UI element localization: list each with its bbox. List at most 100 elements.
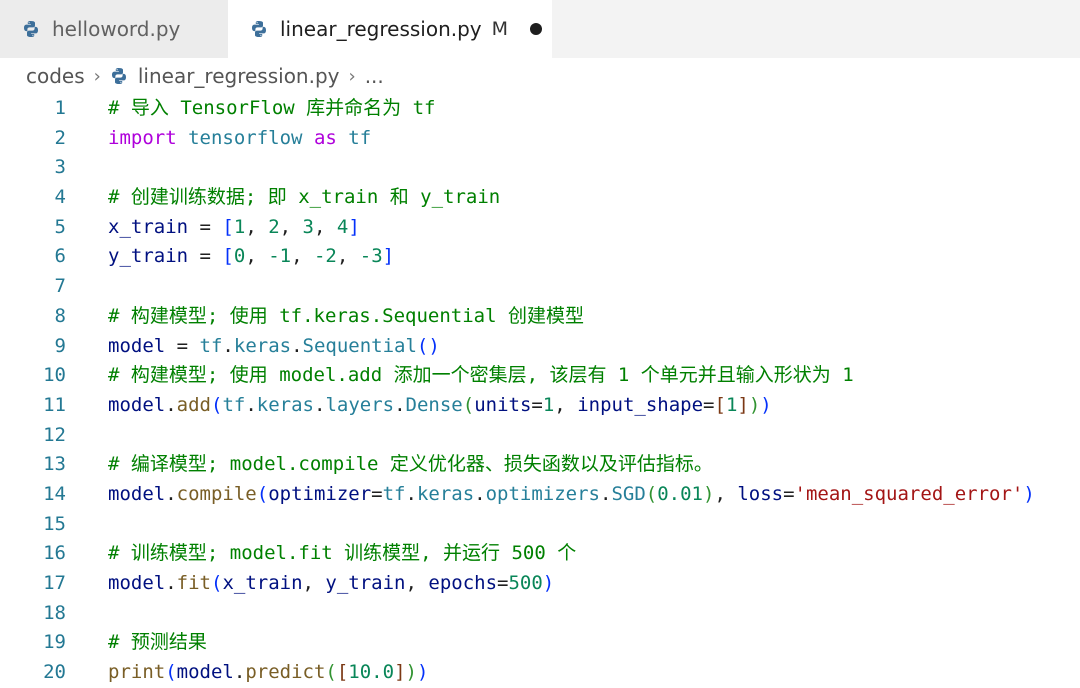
code-token: , <box>302 572 326 594</box>
code-content: y_train = [0, -1, -2, -3] <box>108 242 394 272</box>
code-token: , <box>336 245 360 268</box>
tab-label: helloword.py <box>52 17 181 41</box>
code-token: = <box>531 393 543 416</box>
code-token: . <box>405 482 417 505</box>
code-token: ( <box>165 661 177 684</box>
line-number: 1 <box>54 97 66 119</box>
line-number: 19 <box>43 631 66 654</box>
code-token: 0 <box>233 245 246 268</box>
code-token: . <box>165 482 177 505</box>
code-token: keras <box>256 393 314 416</box>
code-token: as <box>313 126 337 149</box>
code-token: keras <box>233 334 292 357</box>
code-token: , <box>405 572 429 594</box>
code-token: , <box>245 215 269 238</box>
code-line[interactable]: 16 # 训练模型; model.fit 训练模型, 并运行 500 个 <box>0 539 1080 569</box>
code-token: 'mean_squared_error' <box>794 482 1024 505</box>
code-line[interactable]: 1 # 导入 TensorFlow 库并命名为 tf <box>0 94 1080 124</box>
code-token: keras <box>416 482 475 505</box>
code-line[interactable]: 15 <box>0 510 1080 540</box>
code-token: 10.0 <box>348 661 395 684</box>
code-line[interactable]: 8 # 构建模型; 使用 tf.keras.Sequential 创建模型 <box>0 302 1080 332</box>
code-token: ] <box>348 215 360 238</box>
code-comment: # 创建训练数据; 即 x_train 和 y_train <box>108 186 501 209</box>
code-comment: # 构建模型; 使用 tf.keras.Sequential 创建模型 <box>108 304 584 327</box>
code-line[interactable]: 13 # 编译模型; model.compile 定义优化器、损失函数以及评估指标… <box>0 450 1080 480</box>
code-token: x_train <box>108 215 189 238</box>
code-line[interactable]: 12 <box>0 421 1080 451</box>
line-number: 20 <box>43 661 66 684</box>
code-line[interactable]: 5 x_train = [1, 2, 3, 4] <box>0 213 1080 243</box>
code-token: model <box>108 393 166 416</box>
code-line[interactable]: 2 import tensorflow as tf <box>0 124 1080 154</box>
code-token: ] <box>382 245 395 268</box>
line-number: 12 <box>43 423 66 446</box>
breadcrumb-folder[interactable]: codes <box>26 64 85 88</box>
line-number: 18 <box>43 601 66 624</box>
code-editor[interactable]: 1 # 导入 TensorFlow 库并命名为 tf 2 import tensorf… <box>0 94 1080 688</box>
code-token: , <box>245 245 269 268</box>
code-token: 2 <box>268 215 280 238</box>
code-token: 4 <box>336 215 349 238</box>
code-token: -2 <box>313 245 337 268</box>
code-line[interactable]: 9 model = tf.keras.Sequential() <box>0 332 1080 362</box>
code-line[interactable]: 4 # 创建训练数据; 即 x_train 和 y_train <box>0 183 1080 213</box>
code-token: = <box>497 572 509 594</box>
line-number: 14 <box>43 482 66 505</box>
line-number: 10 <box>43 364 66 387</box>
code-line[interactable]: 10 # 构建模型; 使用 model.add 添加一个密集层, 该层有 1 个单… <box>0 361 1080 391</box>
code-content: import tensorflow as tf <box>108 124 371 154</box>
code-line[interactable]: 7 <box>0 272 1080 302</box>
code-content: model = tf.keras.Sequential() <box>108 332 440 362</box>
code-token: tf <box>382 482 406 505</box>
code-token: units <box>474 393 532 416</box>
code-line[interactable]: 17 model.fit(x_train, y_train, epochs=500… <box>0 569 1080 599</box>
code-token: x_train <box>222 572 303 594</box>
tab-helloword[interactable]: helloword.py <box>0 0 228 58</box>
code-token: . <box>474 482 486 505</box>
code-token: compile <box>176 482 257 505</box>
code-token: = <box>165 334 200 357</box>
code-token: ] <box>737 393 749 416</box>
unsaved-dot-icon[interactable] <box>530 23 543 35</box>
code-content: # 训练模型; model.fit 训练模型, 并运行 500 个 <box>108 539 576 569</box>
code-token: ( <box>462 393 475 416</box>
editor-tab-bar: helloword.py linear_regression.py M <box>0 0 1080 58</box>
code-token: ( <box>325 661 337 684</box>
code-content: model.fit(x_train, y_train, epochs=500) <box>108 569 554 599</box>
code-token: ] <box>394 661 406 684</box>
code-line[interactable]: 11 model.add(tf.keras.layers.Dense(units=… <box>0 391 1080 421</box>
code-token: 3 <box>302 215 314 238</box>
code-line[interactable]: 20 print(model.predict([10.0])) <box>0 658 1080 688</box>
code-token: ) <box>416 661 429 684</box>
code-token: 0.01 <box>657 482 703 505</box>
tab-linear-regression[interactable]: linear_regression.py M <box>228 0 552 58</box>
code-token: . <box>599 482 612 505</box>
code-line[interactable]: 6 y_train = [0, -1, -2, -3] <box>0 242 1080 272</box>
code-line[interactable]: 3 <box>0 153 1080 183</box>
breadcrumb-more[interactable]: ... <box>365 64 384 88</box>
line-number: 11 <box>43 393 66 416</box>
code-token: loss <box>737 482 784 505</box>
line-number: 4 <box>54 186 66 209</box>
code-token: model <box>176 661 234 684</box>
code-token: [ <box>222 245 234 268</box>
code-content: print(model.predict([10.0])) <box>108 658 428 688</box>
code-token: , <box>291 245 314 268</box>
code-token: [ <box>336 661 349 684</box>
code-token: ( <box>210 393 223 416</box>
code-token: [ <box>714 393 726 416</box>
code-line[interactable]: 14 model.compile(optimizer=tf.keras.optim… <box>0 480 1080 510</box>
code-token: . <box>233 661 246 684</box>
code-token: . <box>394 393 406 416</box>
code-token: ) <box>542 572 555 594</box>
line-number: 7 <box>54 275 66 298</box>
code-token: -3 <box>359 245 383 268</box>
code-comment: # 训练模型; model.fit 训练模型, 并运行 500 个 <box>108 542 577 565</box>
breadcrumb-file[interactable]: linear_regression.py <box>138 64 340 88</box>
line-number: 6 <box>54 245 66 268</box>
code-line[interactable]: 19 # 预测结果 <box>0 628 1080 658</box>
code-line[interactable]: 18 <box>0 599 1080 629</box>
